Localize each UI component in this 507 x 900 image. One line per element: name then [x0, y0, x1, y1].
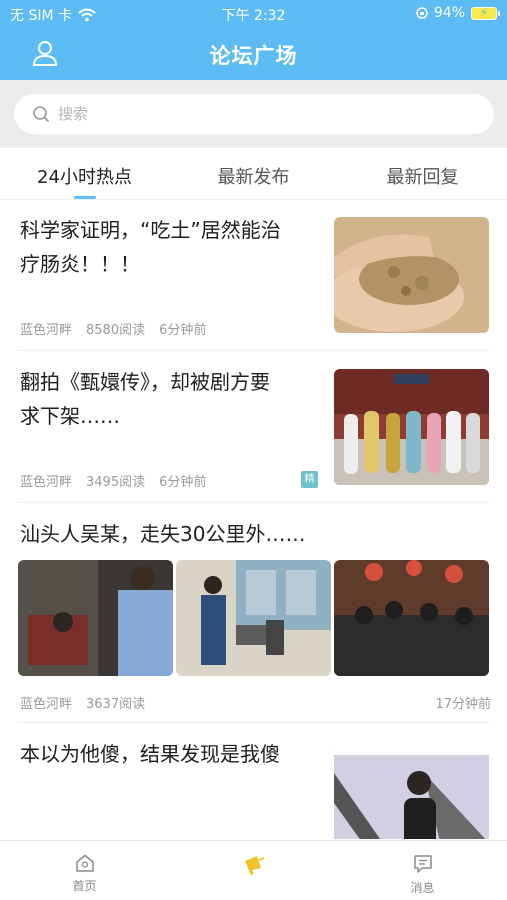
post-item[interactable]: 科学家证明，“吃土”居然能治 疗肠炎！！！ 蓝色河畔 8580阅读 6分钟前 — [18, 201, 489, 351]
tab-latest-reply[interactable]: 最新回复 — [338, 148, 507, 199]
search-area — [0, 80, 507, 148]
active-tab-indicator — [73, 196, 96, 199]
featured-badge: 精 — [301, 471, 318, 488]
tab-label: 24小时热点 — [37, 167, 132, 188]
post-title-line: 求下架…… — [20, 404, 120, 428]
post-reads: 8580阅读 — [86, 323, 146, 338]
post-time: 6分钟前 — [159, 323, 207, 338]
tab-publish[interactable] — [169, 841, 338, 900]
police-photo-1 — [18, 560, 173, 676]
post-reads: 3495阅读 — [86, 475, 146, 490]
home-icon — [75, 854, 94, 872]
search-icon — [33, 106, 50, 123]
tab-messages-label: 消息 — [410, 881, 435, 895]
post-title-line: 科学家证明，“吃土”居然能治 — [20, 218, 281, 242]
post-title-line: 疗肠炎！！！ — [20, 252, 140, 276]
battery-icon: ⚡ — [471, 6, 500, 20]
message-icon — [413, 855, 432, 873]
megaphone-icon — [244, 856, 264, 875]
post-thumbnail[interactable] — [334, 217, 489, 333]
tab-label: 最新回复 — [386, 167, 459, 188]
tab-messages[interactable]: 消息 — [338, 841, 507, 900]
tab-24h-hot[interactable]: 24小时热点 — [0, 148, 169, 199]
post-title-line: 翻拍《甄嬛传》，却被剧方要 — [20, 370, 270, 394]
post-item[interactable]: 汕头人吴某，走失30公里外…… 蓝色河畔 3637阅读 17分钟前 — [18, 503, 491, 723]
post-item[interactable]: 本以为他傻，结果发现是我傻 — [18, 723, 489, 839]
post-reads: 3637阅读 — [86, 697, 146, 712]
category-tabs: 24小时热点 最新发布 最新回复 — [0, 148, 507, 200]
forum-plaza-screen: 无 SIM 卡 下午 2:32 94% ⚡ 论坛广场 搜索 24小时热点 最新发… — [0, 0, 507, 900]
bottom-tab-bar: 首页 消息 — [0, 840, 507, 900]
post-title: 本以为他傻，结果发现是我傻 — [20, 742, 280, 766]
palace-drama-photo — [334, 369, 489, 485]
post-thumbnail[interactable] — [334, 369, 489, 485]
post-title: 翻拍《甄嬛传》，却被剧方要 求下架…… — [20, 365, 270, 433]
tab-latest-post[interactable]: 最新发布 — [169, 148, 338, 199]
crowd-photo — [334, 560, 489, 676]
escalator-photo — [334, 743, 489, 839]
post-author: 蓝色河畔 — [20, 323, 73, 338]
post-thumbnail[interactable] — [334, 743, 489, 839]
post-item[interactable]: 翻拍《甄嬛传》，却被剧方要 求下架…… 蓝色河畔 3495阅读 6分钟前 精 — [18, 351, 489, 503]
post-title: 汕头人吴某，走失30公里外…… — [20, 522, 306, 546]
orientation-lock-icon — [416, 7, 428, 19]
post-time: 17分钟前 — [435, 697, 491, 712]
post-meta: 蓝色河畔 3495阅读 6分钟前 — [20, 471, 206, 490]
status-right: 94% ⚡ — [416, 5, 500, 21]
page-title: 论坛广场 — [209, 44, 298, 68]
search-bar[interactable] — [14, 94, 494, 134]
tab-home-label: 首页 — [72, 879, 97, 893]
post-title: 科学家证明，“吃土”居然能治 疗肠炎！！！ — [20, 213, 281, 281]
post-image-3[interactable] — [334, 560, 489, 676]
battery-percent: 94% — [433, 5, 465, 21]
post-image-1[interactable] — [18, 560, 173, 676]
post-image-2[interactable] — [176, 560, 331, 676]
post-meta: 蓝色河畔 8580阅读 6分钟前 — [20, 319, 206, 338]
post-feed[interactable]: 科学家证明，“吃土”居然能治 疗肠炎！！！ 蓝色河畔 8580阅读 6分钟前 翻… — [0, 201, 507, 839]
soil-photo — [334, 217, 489, 333]
post-time: 6分钟前 — [159, 475, 207, 490]
nav-bar: 论坛广场 — [0, 26, 507, 80]
tab-label: 最新发布 — [217, 167, 290, 188]
tab-home[interactable]: 首页 — [0, 841, 169, 900]
post-author: 蓝色河畔 — [20, 697, 73, 712]
post-meta: 蓝色河畔 3637阅读 17分钟前 — [20, 693, 491, 712]
search-input[interactable] — [58, 105, 438, 123]
post-author: 蓝色河畔 — [20, 475, 73, 490]
app-header: 无 SIM 卡 下午 2:32 94% ⚡ 论坛广场 — [0, 0, 507, 80]
police-photo-2 — [176, 560, 331, 676]
status-bar: 无 SIM 卡 下午 2:32 94% ⚡ — [0, 0, 507, 26]
